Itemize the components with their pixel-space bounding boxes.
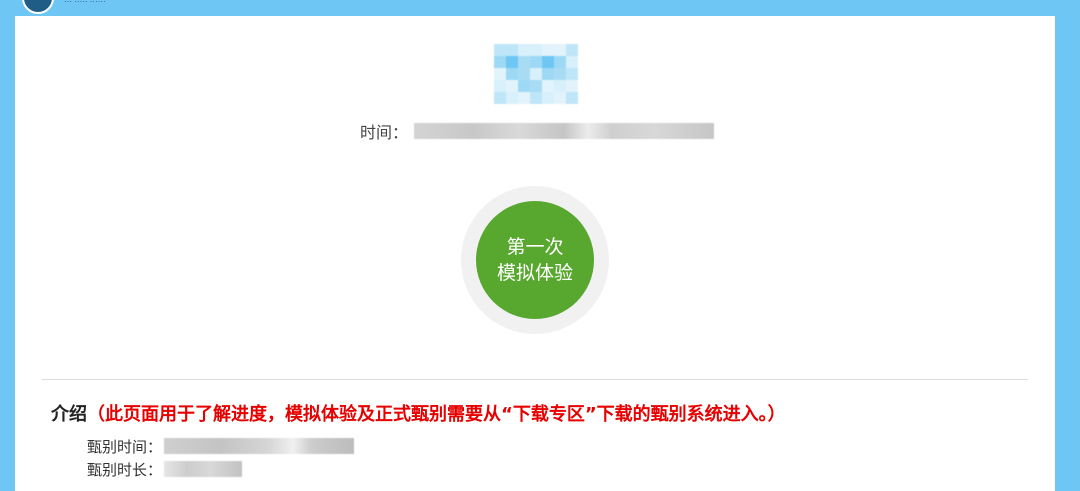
screening-time-label: 甄别时间： — [87, 437, 163, 456]
title-mosaic-tile — [554, 44, 566, 56]
title-mosaic-tile — [506, 92, 518, 104]
main-panel: 时间： 第一次 模拟体验 介绍（此页面用于了解进度，模拟体验及正式甄别需要从“下… — [15, 16, 1055, 491]
title-mosaic-tile — [530, 92, 542, 104]
top-header-bar: ··· ····· ······ — [0, 0, 1080, 16]
title-mosaic-tile — [554, 80, 566, 92]
button-line-1: 第一次 — [506, 236, 564, 258]
title-mosaic-tile — [518, 92, 530, 104]
page-title-blurred — [494, 44, 580, 104]
mock-experience-ring: 第一次 模拟体验 — [461, 186, 609, 334]
title-mosaic-tile — [518, 68, 530, 80]
time-label: 时间： — [360, 123, 409, 142]
title-mosaic-tile — [542, 56, 554, 68]
title-mosaic-tile — [566, 80, 578, 92]
logo-caption: ··· ····· ······ — [64, 0, 106, 6]
title-mosaic-tile — [494, 80, 506, 92]
time-row: 时间： — [360, 119, 715, 143]
globe-logo-icon — [22, 0, 54, 14]
title-mosaic-tile — [518, 44, 530, 56]
title-mosaic-tile — [542, 80, 554, 92]
title-mosaic-tile — [494, 68, 506, 80]
intro-note: （此页面用于了解进度，模拟体验及正式甄别需要从“下载专区”下载的甄别系统进入。） — [87, 404, 786, 425]
title-mosaic-tile — [530, 68, 542, 80]
title-mosaic-tile — [530, 80, 542, 92]
first-mock-experience-button[interactable]: 第一次 模拟体验 — [476, 201, 594, 319]
title-mosaic-tile — [566, 92, 578, 104]
title-mosaic-tile — [506, 44, 518, 56]
title-mosaic-tile — [494, 44, 506, 56]
title-mosaic-tile — [530, 56, 542, 68]
title-mosaic-tile — [506, 68, 518, 80]
screening-duration-row: 甄别时长： — [87, 459, 243, 479]
title-mosaic-tile — [494, 56, 506, 68]
section-divider — [42, 379, 1028, 380]
screening-duration-value-blurred — [164, 461, 243, 477]
title-mosaic-tile — [542, 92, 554, 104]
intro-heading: 介绍（此页面用于了解进度，模拟体验及正式甄别需要从“下载专区”下载的甄别系统进入… — [51, 400, 786, 426]
screening-duration-label: 甄别时长： — [87, 460, 163, 479]
intro-title: 介绍 — [51, 404, 87, 425]
title-mosaic-tile — [542, 44, 554, 56]
title-mosaic-tile — [506, 80, 518, 92]
title-mosaic-tile — [506, 56, 518, 68]
title-mosaic-tile — [530, 44, 542, 56]
title-mosaic-tile — [494, 92, 506, 104]
time-value-blurred — [414, 123, 715, 139]
title-mosaic-tile — [566, 68, 578, 80]
title-mosaic-tile — [554, 56, 566, 68]
title-mosaic-tile — [518, 56, 530, 68]
title-mosaic-tile — [566, 56, 578, 68]
title-mosaic-tile — [518, 80, 530, 92]
screening-time-value-blurred — [164, 438, 355, 454]
title-mosaic-tile — [566, 44, 578, 56]
title-mosaic-tile — [554, 92, 566, 104]
title-mosaic-tile — [542, 68, 554, 80]
screening-time-row: 甄别时间： — [87, 436, 355, 456]
title-mosaic-tile — [554, 68, 566, 80]
button-line-2: 模拟体验 — [496, 262, 573, 284]
